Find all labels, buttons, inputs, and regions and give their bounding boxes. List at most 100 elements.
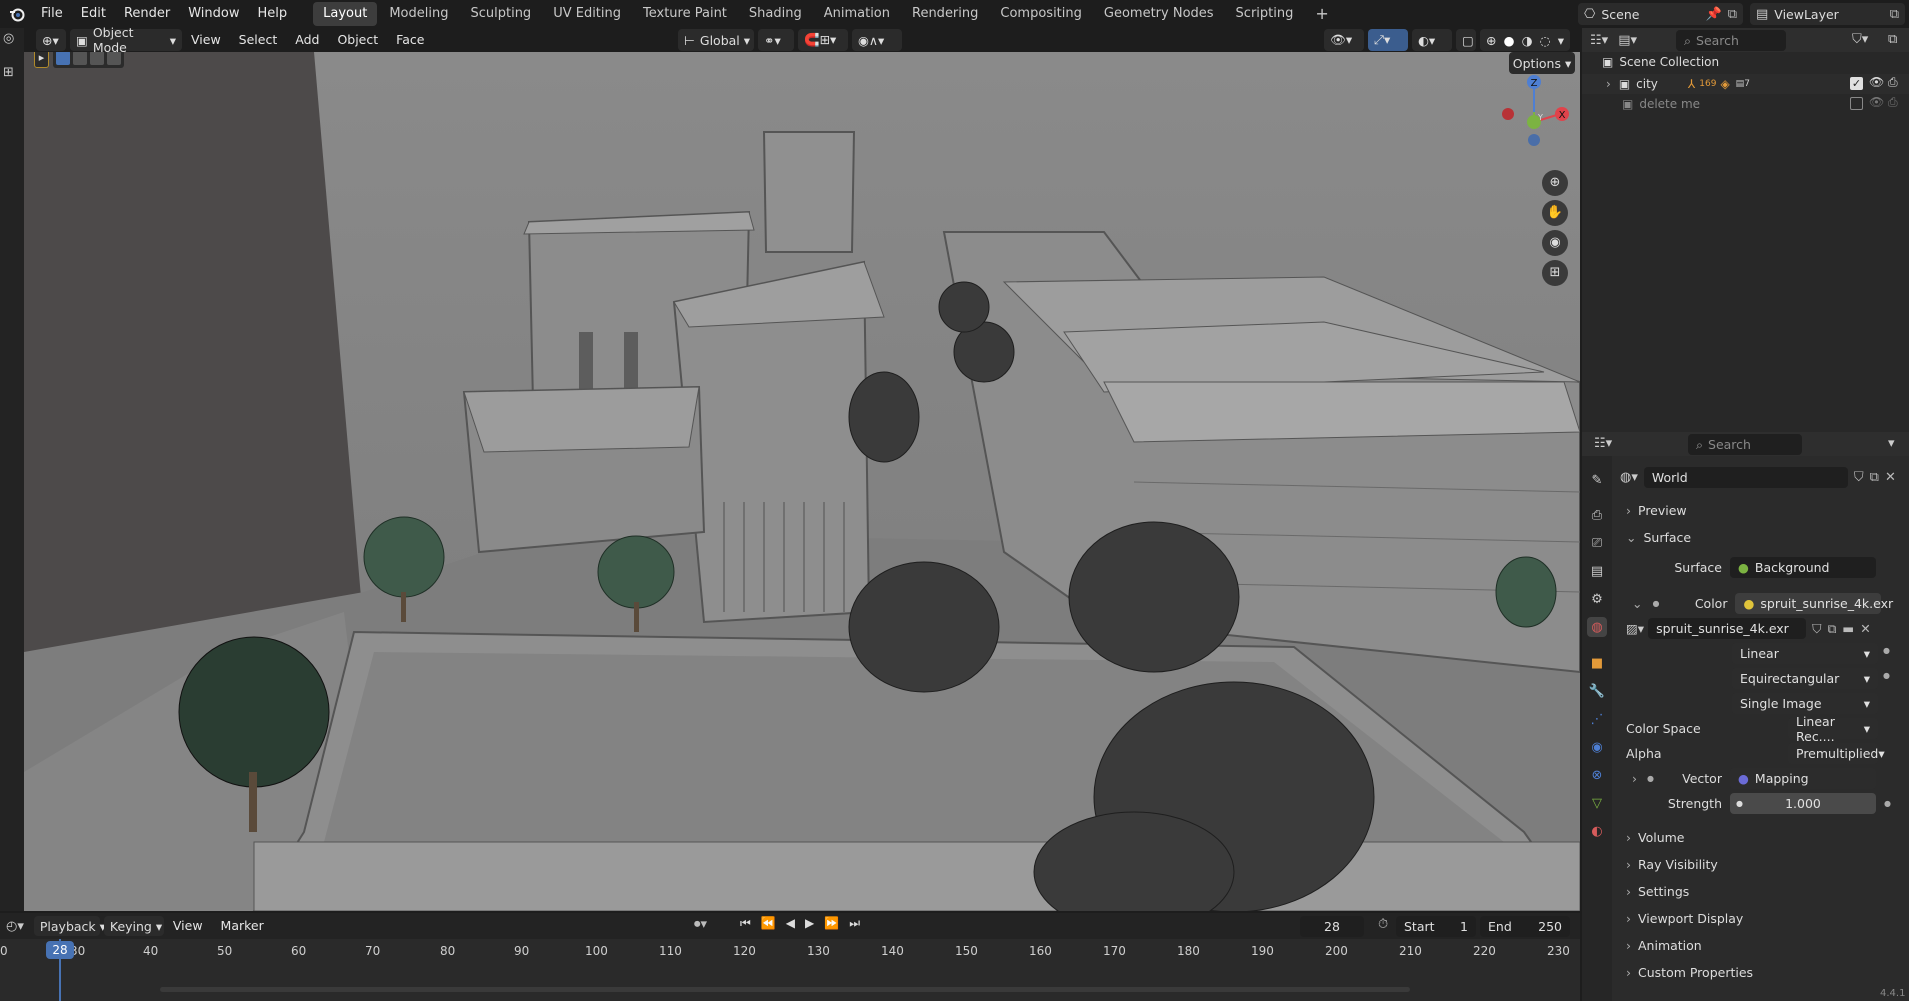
view-layer-name[interactable]: ViewLayer [1774, 7, 1889, 22]
timeline-view-menu[interactable]: View [164, 912, 212, 940]
object-mode-dropdown[interactable]: ▣ Object Mode ▾ [70, 25, 182, 55]
scene-selector[interactable]: ⎔ Scene 📌 ⧉ [1578, 3, 1743, 25]
unlink-world-icon[interactable]: ✕ [1885, 470, 1896, 485]
playhead-frame-badge[interactable]: 28 [46, 941, 74, 959]
visibility-eye-icon[interactable]: 👁 [1869, 95, 1884, 109]
data-icon[interactable]: ▽ [1587, 793, 1607, 813]
editor-type-dropdown[interactable]: ⊕▾ [36, 29, 66, 51]
menu-window[interactable]: Window [179, 0, 248, 28]
tab-geometry-nodes[interactable]: Geometry Nodes [1094, 2, 1224, 26]
options-dropdown[interactable]: Options ▾ [1509, 52, 1575, 74]
current-frame-field[interactable]: 28 [1300, 916, 1364, 937]
open-folder-icon[interactable]: ▬ [1842, 621, 1854, 636]
scene-name[interactable]: Scene [1601, 7, 1705, 22]
navigation-gizmo[interactable]: Z X Y [1494, 72, 1574, 162]
tab-shading[interactable]: Shading [739, 2, 812, 26]
view-layer-selector[interactable]: ▤ ViewLayer ⧉ [1750, 3, 1905, 25]
constraints-icon[interactable]: ⊗ [1587, 765, 1607, 785]
object-icon[interactable]: ■ [1587, 653, 1607, 673]
transform-orientation-dropdown[interactable]: ⊢ Global ▾ [678, 29, 754, 51]
grid-perspective-icon[interactable]: ⊞ [1542, 260, 1568, 286]
outliner-editor-icon[interactable]: ☷▾ [1590, 33, 1608, 48]
end-frame-field[interactable]: End 250 [1480, 916, 1570, 937]
next-keyframe-icon[interactable]: ⏩ [824, 916, 839, 936]
timeline-marker-menu[interactable]: Marker [212, 912, 273, 940]
panel-ray-visibility[interactable]: › Ray Visibility [1622, 852, 1901, 876]
jump-start-icon[interactable]: ⏮ [740, 916, 751, 936]
new-image-icon[interactable]: ⧉ [1827, 621, 1836, 637]
prev-keyframe-icon[interactable]: ⏪ [761, 916, 776, 936]
add-workspace-button[interactable]: + [1305, 2, 1338, 26]
proportional-edit-toggle[interactable]: ◉∧▾ [852, 29, 902, 51]
visibility-eye-icon[interactable]: 👁 [1869, 75, 1884, 89]
exclude-checkbox[interactable] [1850, 97, 1863, 110]
world-name-field[interactable]: World [1643, 466, 1848, 488]
tool-settings-icon[interactable]: ✎ [1587, 470, 1607, 490]
world-type-icon[interactable]: ◍▾ [1620, 470, 1638, 485]
render-camera-icon[interactable]: ⎙ [1888, 75, 1898, 90]
output-icon[interactable]: ⎚ [1587, 533, 1607, 553]
panel-volume[interactable]: › Volume [1622, 825, 1901, 849]
tab-sculpting[interactable]: Sculpting [460, 2, 541, 26]
tool-icon[interactable]: ⊞ [3, 65, 21, 83]
timeline-scrollbar[interactable] [160, 987, 1410, 992]
scene-icon[interactable]: ⚙ [1587, 589, 1607, 609]
keying-dropdown[interactable]: Keying ▾ [103, 916, 164, 936]
menu-select[interactable]: Select [230, 26, 287, 54]
tab-layout[interactable]: Layout [313, 2, 378, 26]
tab-modeling[interactable]: Modeling [379, 2, 458, 26]
outliner-search-input[interactable]: ⌕ Search [1676, 30, 1786, 51]
strength-slider[interactable]: ● 1.000 [1730, 793, 1876, 814]
color-texture-field[interactable]: ● spruit_sunrise_4k.exr [1735, 593, 1893, 614]
expand-arrow-icon[interactable]: › [1606, 77, 1611, 91]
modifier-wrench-icon[interactable]: 🔧 [1587, 681, 1607, 701]
tab-texture-paint[interactable]: Texture Paint [633, 2, 737, 26]
play-icon[interactable]: ▶ [805, 916, 814, 936]
pan-hand-icon[interactable]: ✋ [1542, 200, 1568, 226]
panel-animation[interactable]: › Animation [1622, 933, 1901, 957]
keyframe-dot-icon[interactable]: ● [1884, 799, 1891, 808]
vector-mapping-field[interactable]: ● Mapping [1729, 768, 1876, 789]
physics-icon[interactable]: ◉ [1587, 737, 1607, 757]
timeline-editor-icon[interactable]: ◴▾ [6, 919, 24, 934]
render-icon[interactable]: ⎙ [1587, 505, 1607, 525]
pivot-dropdown[interactable]: ⚭▾ [758, 29, 794, 51]
properties-editor-icon[interactable]: ☷▾ [1594, 436, 1612, 451]
tab-compositing[interactable]: Compositing [990, 2, 1092, 26]
menu-face[interactable]: Face [387, 26, 433, 54]
menu-add[interactable]: Add [286, 26, 328, 54]
source-dropdown[interactable]: Single Image ▾ [1732, 693, 1878, 714]
filter-icon[interactable]: ⛉▾ [1852, 32, 1868, 47]
menu-help[interactable]: Help [249, 0, 297, 28]
new-collection-icon[interactable]: ⧉ [1888, 32, 1897, 47]
expand-color-icon[interactable]: ⌄ [1632, 596, 1642, 611]
panel-preview[interactable]: › Preview [1622, 498, 1901, 522]
overlay-toggle[interactable]: ◐▾ [1412, 29, 1452, 51]
particles-icon[interactable]: ⋰ [1587, 709, 1607, 729]
auto-keying-icon[interactable]: ⏺▾ [694, 917, 707, 932]
interpolation-dropdown[interactable]: Linear ▾ [1732, 643, 1878, 664]
editor-type-icon[interactable]: ◎ [3, 31, 21, 49]
panel-settings[interactable]: › Settings [1622, 879, 1901, 903]
duplicate-world-icon[interactable]: ⧉ [1870, 470, 1879, 485]
display-mode-icon[interactable]: ▤▾ [1618, 33, 1637, 48]
xray-toggle[interactable]: ▢ [1456, 29, 1476, 51]
unlink-image-icon[interactable]: ✕ [1860, 621, 1870, 636]
color-space-dropdown[interactable]: Linear Rec.... ▾ [1788, 714, 1878, 744]
select-extend-icon[interactable] [73, 52, 87, 65]
panel-viewport-display[interactable]: › Viewport Display [1622, 906, 1901, 930]
image-type-icon[interactable]: ▨▾ [1626, 621, 1644, 636]
panel-custom-properties[interactable]: › Custom Properties [1622, 960, 1901, 984]
playback-dropdown[interactable]: Playback ▾ [33, 916, 106, 936]
fake-user-shield-icon[interactable]: ⛉ [1854, 470, 1864, 485]
tab-scripting[interactable]: Scripting [1226, 2, 1304, 26]
menu-edit[interactable]: Edit [72, 0, 115, 28]
select-new-icon[interactable] [56, 52, 70, 65]
view-layer-icon[interactable]: ▤ [1587, 561, 1607, 581]
pin-icon[interactable]: 📌 [1706, 7, 1722, 22]
outliner-item-delete-me[interactable]: ▣ delete me 👁 ⎙ [1582, 94, 1909, 114]
surface-shader-field[interactable]: ● Background [1730, 557, 1876, 578]
start-frame-field[interactable]: Start 1 [1396, 916, 1476, 937]
scene-collection-row[interactable]: ▣ Scene Collection [1602, 55, 1719, 69]
wireframe-shading-icon[interactable]: ⊕ [1486, 33, 1496, 48]
